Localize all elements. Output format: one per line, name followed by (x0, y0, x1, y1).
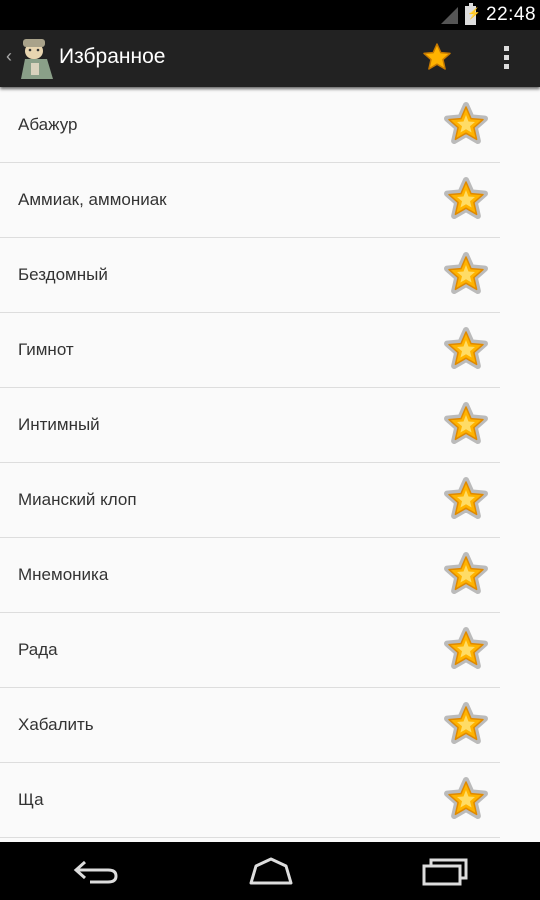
list-item[interactable]: Аммиак, аммониак (0, 162, 540, 238)
star-icon[interactable] (442, 776, 490, 824)
list-item[interactable]: Мнемоника (0, 537, 540, 613)
star-icon[interactable] (442, 551, 490, 599)
star-icon[interactable] (442, 101, 490, 149)
status-time: 22:48 (486, 4, 537, 25)
list-item-word: Рада (18, 640, 58, 659)
status-bar: ⚡ 22:48 (0, 0, 540, 30)
star-icon[interactable] (442, 251, 490, 299)
list-item-word: Бездомный (18, 265, 108, 284)
divider (0, 837, 500, 838)
list-item[interactable]: Бездомный (0, 237, 540, 313)
list-item-word: Ща (18, 790, 44, 809)
list-item-word: Абажур (18, 115, 78, 134)
back-icon[interactable] (72, 858, 122, 884)
recents-icon[interactable] (420, 856, 470, 886)
list-item-word: Мианский клоп (18, 490, 137, 509)
list-item[interactable]: Ща (0, 762, 540, 838)
list-item-word: Хабалить (18, 715, 94, 734)
home-icon[interactable] (246, 856, 296, 886)
star-icon[interactable] (422, 42, 452, 72)
favorites-list: Абажур Аммиак, аммониак Бездомный Гимнот Инт… (0, 87, 540, 842)
list-item-word: Интимный (18, 415, 100, 434)
star-icon[interactable] (442, 326, 490, 374)
battery-icon: ⚡ (465, 3, 481, 25)
list-item-word: Мнемоника (18, 565, 109, 584)
star-icon[interactable] (442, 476, 490, 524)
list-item[interactable]: Интимный (0, 387, 540, 463)
overflow-menu-icon[interactable] (496, 43, 516, 75)
list-item[interactable]: Абажур (0, 87, 540, 163)
star-icon[interactable] (442, 401, 490, 449)
signal-icon (441, 7, 458, 24)
star-icon[interactable] (442, 701, 490, 749)
list-item[interactable]: Хабалить (0, 687, 540, 763)
list-item-word: Гимнот (18, 340, 74, 359)
action-bar: ‹ Избранное (0, 30, 540, 87)
chevron-left-icon[interactable]: ‹ (6, 46, 12, 67)
list-item[interactable]: Гимнот (0, 312, 540, 388)
star-icon[interactable] (442, 626, 490, 674)
app-avatar-icon[interactable] (17, 37, 55, 79)
list-item[interactable]: Рада (0, 612, 540, 688)
star-icon[interactable] (442, 176, 490, 224)
list-item[interactable]: Мианский клоп (0, 462, 540, 538)
list-item-word: Аммиак, аммониак (18, 190, 167, 209)
page-title: Избранное (59, 45, 166, 68)
navigation-bar (0, 842, 540, 900)
